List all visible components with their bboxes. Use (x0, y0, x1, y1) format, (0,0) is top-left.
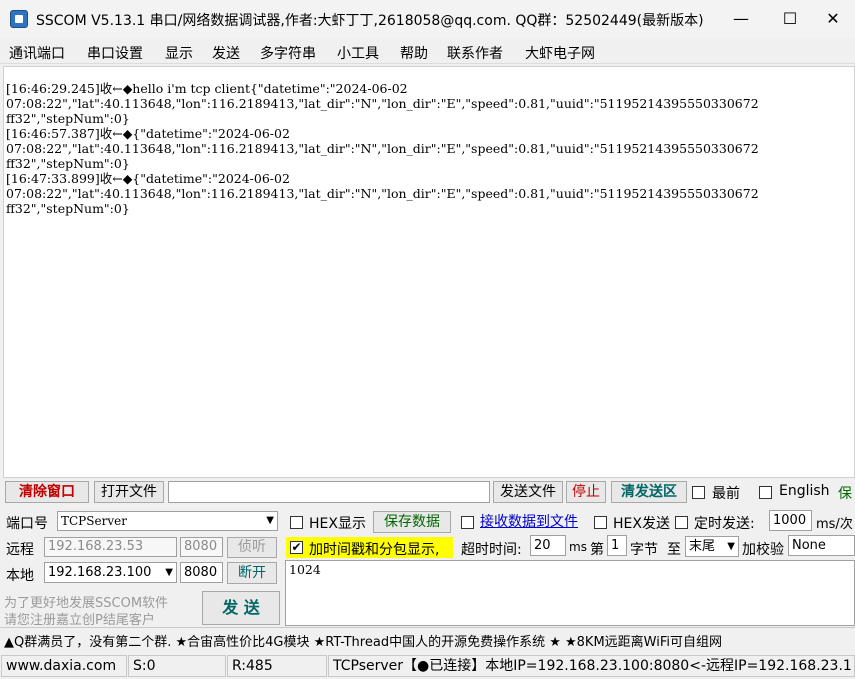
to-select[interactable]: 末尾 ▼ (685, 536, 739, 557)
maximize-button[interactable]: ☐ (767, 4, 813, 34)
open-file-button[interactable]: 打开文件 (94, 481, 164, 503)
menu-serial-settings[interactable]: 串口设置 (87, 43, 143, 63)
register-note-line2: 请您注册嘉立创P结尾客户 (4, 613, 155, 628)
timed-send-checkbox[interactable] (675, 516, 688, 529)
menu-send[interactable]: 发送 (212, 43, 240, 63)
hex-send-label: HEX发送 (613, 516, 670, 532)
status-website[interactable]: www.daxia.com (1, 655, 127, 677)
hex-display-checkbox[interactable] (290, 516, 303, 529)
timeout-label: 超时时间: (461, 542, 522, 558)
status-received-count: R:485 (227, 655, 327, 677)
interval-input[interactable]: 1000 (769, 510, 812, 531)
clear-send-button[interactable]: 清发送区 (611, 481, 687, 503)
menu-tools[interactable]: 小工具 (337, 43, 379, 63)
topmost-checkbox[interactable] (692, 486, 705, 499)
hex-display-label: HEX显示 (309, 516, 366, 532)
chevron-down-icon: ▼ (727, 541, 735, 552)
minimize-button[interactable]: — (718, 4, 764, 34)
byte-suffix-label: 字节 (630, 542, 658, 558)
english-checkbox[interactable] (759, 486, 772, 499)
clear-window-button[interactable]: 清除窗口 (5, 481, 89, 503)
topmost-label: 最前 (712, 486, 740, 502)
remote-label: 远程 (6, 542, 34, 558)
menu-comm-port[interactable]: 通讯端口 (9, 43, 65, 63)
send-file-button[interactable]: 发送文件 (493, 481, 563, 503)
listen-button[interactable]: 侦听 (227, 537, 277, 558)
local-ip-select[interactable]: 192.168.23.100 ▼ (44, 562, 177, 583)
receive-line: [16:46:29.245]收←◆hello i'm tcp client{"d… (6, 81, 408, 96)
chevron-down-icon: ▼ (165, 567, 173, 578)
local-label: 本地 (6, 568, 34, 584)
remote-ip-input[interactable]: 192.168.23.53 (44, 537, 177, 557)
title-bar: SSCOM V5.13.1 串口/网络数据调试器,作者:大虾丁丁,2618058… (0, 0, 855, 38)
local-port-input[interactable]: 8080 (180, 562, 223, 583)
local-ip-value: 192.168.23.100 (48, 565, 152, 580)
port-label: 端口号 (6, 516, 48, 532)
menu-daxia-website[interactable]: 大虾电子网 (525, 43, 595, 63)
hex-send-checkbox[interactable] (594, 516, 607, 529)
to-value: 末尾 (689, 539, 716, 554)
receive-line: [16:47:33.899]收←◆{"datetime":"2024-06-02 (6, 171, 290, 186)
menu-bar: 通讯端口 串口设置 显示 发送 多字符串 小工具 帮助 联系作者 大虾电子网 (0, 38, 855, 64)
receive-line: 07:08:22","lat":40.113648,"lon":116.2189… (6, 96, 759, 111)
status-sent-count: S:0 (128, 655, 226, 677)
english-label: English (779, 483, 830, 499)
window-title: SSCOM V5.13.1 串口/网络数据调试器,作者:大虾丁丁,2618058… (36, 13, 704, 29)
receive-area[interactable]: [16:46:29.245]收←◆hello i'm tcp client{"d… (3, 66, 855, 478)
app-icon (10, 10, 28, 28)
chevron-down-icon: ▼ (266, 515, 274, 526)
to-label: 至 (667, 542, 681, 558)
disconnect-button[interactable]: 断开 (227, 562, 277, 584)
recv-to-file-checkbox[interactable] (461, 516, 474, 529)
interval-unit-label: ms/次 (816, 517, 853, 532)
receive-line: ff32","stepNum":0} (6, 156, 130, 171)
file-path-input[interactable] (168, 481, 490, 503)
timestamp-checkbox[interactable]: ✔ (290, 541, 303, 554)
menu-help[interactable]: 帮助 (400, 43, 428, 63)
menu-multi-string[interactable]: 多字符串 (260, 43, 316, 63)
checksum-label: 加校验 (742, 542, 784, 558)
close-button[interactable]: ✕ (810, 4, 855, 34)
stop-button[interactable]: 停止 (566, 481, 606, 503)
send-text-area[interactable]: 1024 (285, 560, 855, 626)
recv-to-file-label[interactable]: 接收数据到文件 (480, 511, 578, 531)
timed-send-label: 定时发送: (694, 516, 755, 532)
receive-line: ff32","stepNum":0} (6, 111, 130, 126)
receive-line: 07:08:22","lat":40.113648,"lon":116.2189… (6, 186, 759, 201)
port-value: TCPServer (61, 514, 127, 528)
checksum-select[interactable]: None (788, 535, 855, 556)
save-data-button[interactable]: 保存数据 (373, 511, 451, 533)
ticker-bar: ▲Q群满员了，没有第二个群. ★合宙高性价比4G模块 ★RT-Thread中国人… (0, 627, 855, 650)
timeout-input[interactable]: 20 (530, 535, 566, 556)
menu-contact-author[interactable]: 联系作者 (447, 43, 503, 63)
byte-prefix-label: 第 (590, 542, 604, 558)
receive-line: ff32","stepNum":0} (6, 201, 130, 216)
timeout-unit-label: ms (569, 540, 587, 554)
remote-port-input[interactable]: 8080 (180, 537, 223, 557)
receive-line: [16:46:57.387]收←◆{"datetime":"2024-06-02 (6, 126, 290, 141)
timestamp-label: 加时间戳和分包显示, (309, 542, 440, 558)
byte-index-input[interactable]: 1 (607, 535, 627, 556)
ticker-text[interactable]: ▲Q群满员了，没有第二个群. ★合宙高性价比4G模块 ★RT-Thread中国人… (4, 631, 722, 650)
receive-line: 07:08:22","lat":40.113648,"lon":116.2189… (6, 141, 759, 156)
port-select[interactable]: TCPServer ▼ (57, 511, 278, 531)
send-button[interactable]: 发 送 (202, 591, 280, 625)
status-connection: TCPserver【●已连接】本地IP=192.168.23.100:8080<… (328, 655, 855, 677)
save-params-button[interactable]: 保 (838, 483, 852, 503)
menu-display[interactable]: 显示 (165, 43, 193, 63)
